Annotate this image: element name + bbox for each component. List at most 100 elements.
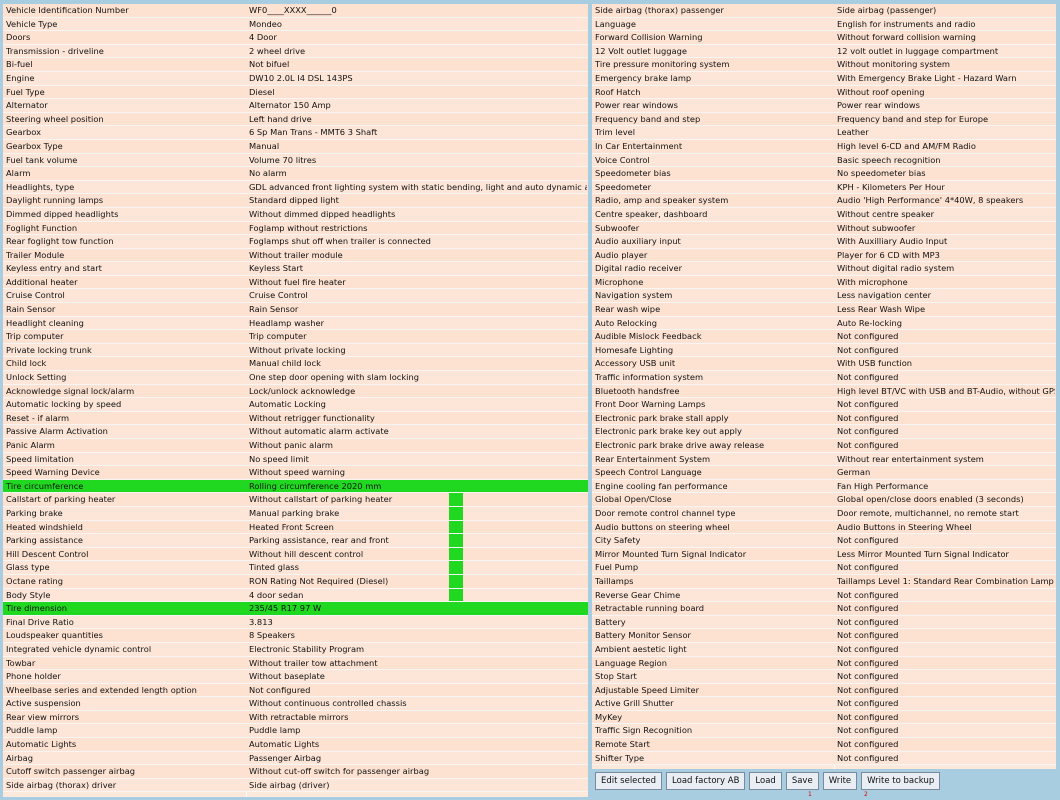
table-row[interactable]: Wheelbase series and extended length opt… (3, 683, 588, 698)
table-row[interactable]: Audio auxiliary input With Auxilliary Aud… (592, 235, 1056, 249)
table-row[interactable]: Active suspension Without continuous cont… (3, 697, 588, 711)
table-row[interactable]: Speedometer KPH - Kilometers Per Hour (592, 180, 1056, 195)
table-row[interactable]: 12 Volt outlet luggage 12 volt outlet in … (592, 44, 1056, 59)
table-row[interactable]: Door remote control channel type Door rem… (592, 506, 1056, 521)
table-row[interactable]: Unlock Setting One step door opening with… (3, 371, 588, 385)
table-row[interactable]: Tire pressure monitoring system Without m… (592, 58, 1056, 72)
table-row[interactable]: Rear view mirrors With retractable mirror… (3, 710, 588, 725)
table-row[interactable]: Headlight cleaning Headlamp washer (3, 316, 588, 331)
save-button[interactable]: Save (785, 772, 819, 790)
table-row[interactable]: Hill Descent Control Without hill descent… (3, 547, 588, 562)
table-row[interactable]: Private locking trunk Without private loc… (3, 343, 588, 358)
table-row[interactable]: Subwoofer Without subwoofer (592, 221, 1056, 236)
table-row[interactable]: Gearbox Type Manual (3, 139, 588, 154)
load-button[interactable]: Load (749, 772, 782, 790)
table-row[interactable]: Airbag Passenger Airbag (3, 751, 588, 766)
write-to-backup-button[interactable]: Write to backup (861, 772, 941, 790)
table-row[interactable]: Foglight Function Foglamp without restric… (3, 221, 588, 236)
table-row[interactable]: Centre speaker, dashboard Without centre … (592, 207, 1056, 222)
table-row[interactable]: Adjustable Speed Limiter Not configured (592, 683, 1056, 698)
table-row[interactable]: Battery Monitor Sensor Not configured (592, 629, 1056, 643)
table-row[interactable]: Final Drive Ratio 3.813 (3, 615, 588, 630)
table-row[interactable]: Language Region Not configured (592, 656, 1056, 671)
table-row[interactable]: Bi-fuel Not bifuel (3, 58, 588, 72)
table-row[interactable]: Front Door Warning Lamps Not configured (592, 398, 1056, 412)
table-row[interactable]: Cutoff switch passenger airbag Without cu… (3, 765, 588, 779)
table-row[interactable]: Glass type Tinted glass (3, 561, 588, 575)
table-row[interactable]: Emergency brake lamp With Emergency Brake… (592, 71, 1056, 86)
table-row[interactable]: MyKey Not configured (592, 710, 1056, 725)
table-row[interactable]: Speech Control Language German (592, 466, 1056, 480)
table-row[interactable]: Rear Entertainment System Without rear en… (592, 452, 1056, 467)
table-row[interactable]: Radio, amp and speaker system Audio 'High… (592, 194, 1056, 208)
table-row[interactable]: Speed limitation No speed limit (3, 452, 588, 467)
table-row[interactable]: Fuel tank volume Volume 70 litres (3, 153, 588, 168)
table-row[interactable]: Frequency band and step Frequency band an… (592, 112, 1056, 127)
table-row[interactable]: Power rear windows Power rear windows (592, 99, 1056, 113)
table-row[interactable]: Vehicle Identification Number WF0____XXXX… (3, 4, 588, 18)
table-row[interactable]: Remote Start Not configured (592, 738, 1056, 752)
table-row[interactable]: Stop Start Not configured (592, 670, 1056, 684)
table-row[interactable]: Trailer Module Without trailer module (3, 248, 588, 263)
table-row[interactable]: Fuel Type Diesel (3, 85, 588, 100)
table-row[interactable]: Language English for instruments and radi… (592, 17, 1056, 32)
table-row[interactable]: Active Grill Shutter Not configured (592, 697, 1056, 711)
table-row[interactable]: Cruise Control Cruise Control (3, 289, 588, 304)
table-row[interactable]: Forward Collision Warning Without forward… (592, 31, 1056, 45)
table-row[interactable]: Rain Sensor Rain Sensor (3, 303, 588, 317)
table-row[interactable]: Fuel Pump Not configured (592, 561, 1056, 575)
table-row[interactable]: Global Open/Close Global open/close doors… (592, 493, 1056, 507)
table-row[interactable]: Homesafe Lighting Not configured (592, 343, 1056, 358)
table-row[interactable]: Reset - if alarm Without retrigger functi… (3, 411, 588, 426)
table-row[interactable]: Auto Relocking Auto Re-locking (592, 316, 1056, 331)
table-row[interactable]: Engine cooling fan performance Fan High P… (592, 479, 1056, 494)
table-row[interactable]: Rear foglight tow function Foglamps shut … (3, 235, 588, 249)
table-row[interactable]: Daylight running lamps Standard dipped li… (3, 194, 588, 208)
table-row[interactable]: Alternator Alternator 150 Amp (3, 99, 588, 113)
table-row[interactable]: Passive Alarm Activation Without automati… (3, 425, 588, 439)
table-row[interactable]: Parking assistance Parking assistance, re… (3, 534, 588, 548)
load-factory-ab-button[interactable]: Load factory AB (666, 772, 746, 790)
table-row[interactable]: Octane rating RON Rating Not Required (Di… (3, 574, 588, 589)
table-row[interactable]: Audio buttons on steering wheel Audio But… (592, 520, 1056, 535)
table-row[interactable]: Digital radio receiver Without digital ra… (592, 262, 1056, 276)
table-row[interactable]: Doors 4 Door (3, 31, 588, 45)
table-row[interactable]: Additional heater Without fuel fire heate… (3, 275, 588, 290)
table-row[interactable]: Side airbag (thorax) driver Side airbag (… (3, 778, 588, 793)
table-row[interactable]: Towbar Without trailer tow attachment (3, 656, 588, 671)
table-row[interactable]: Keyless entry and start Keyless Start (3, 262, 588, 276)
table-row[interactable]: Headlights, type GDL advanced front light… (3, 180, 588, 195)
table-row[interactable]: Microphone With microphone (592, 275, 1056, 290)
table-row[interactable]: Integrated vehicle dynamic control Electr… (3, 642, 588, 657)
table-row[interactable]: Rear wash wipe Less Rear Wash Wipe (592, 303, 1056, 317)
table-row[interactable]: Transmission - driveline 2 wheel drive (3, 44, 588, 59)
table-row[interactable]: Alarm No alarm (3, 167, 588, 181)
table-row[interactable]: Traffic information system Not configured (592, 371, 1056, 385)
table-row[interactable]: Trip computer Trip computer (3, 330, 588, 344)
table-row[interactable]: Bluetooth handsfree High level BT/VC with… (592, 384, 1056, 399)
table-row[interactable]: Shifter Type Not configured (592, 751, 1056, 766)
table-row[interactable]: Navigation system Less navigation center (592, 289, 1056, 304)
table-row[interactable]: Heated windshield Heated Front Screen (3, 520, 588, 535)
table-row[interactable]: Traffic Sign Recognition Not configured (592, 724, 1056, 739)
table-row[interactable]: Acknowledge signal lock/alarm Lock/unlock… (3, 384, 588, 399)
table-row[interactable]: Battery Not configured (592, 615, 1056, 630)
table-row[interactable]: Tire dimension 235/45 R17 97 W (3, 602, 588, 616)
table-row[interactable]: Tire circumference Rolling circumference … (3, 479, 588, 494)
table-row[interactable]: Child lock Manual child lock (3, 357, 588, 372)
table-row[interactable]: Automatic locking by speed Automatic Lock… (3, 398, 588, 412)
edit-selected-button[interactable]: Edit selected (595, 772, 663, 790)
table-row[interactable]: Phone holder Without baseplate (3, 670, 588, 684)
table-row[interactable]: Retractable running board Not configured (592, 602, 1056, 616)
table-row[interactable]: Trim level Leather (592, 126, 1056, 140)
table-row[interactable]: Dimmed dipped headlights Without dimmed d… (3, 207, 588, 222)
table-row[interactable]: Vehicle Type Mondeo (3, 17, 588, 32)
table-row[interactable]: Puddle lamp Puddle lamp (3, 724, 588, 739)
table-row[interactable]: Parking brake Manual parking brake (3, 506, 588, 521)
table-row[interactable]: City Safety Not configured (592, 534, 1056, 548)
table-row[interactable]: Panic Alarm Without panic alarm (3, 439, 588, 453)
table-row[interactable]: Gearbox 6 Sp Man Trans - MMT6 3 Shaft (3, 126, 588, 140)
table-row[interactable]: Audible Mislock Feedback Not configured (592, 330, 1056, 344)
table-row[interactable]: Ambient aestetic light Not configured (592, 642, 1056, 657)
write-button[interactable]: Write (822, 772, 858, 790)
